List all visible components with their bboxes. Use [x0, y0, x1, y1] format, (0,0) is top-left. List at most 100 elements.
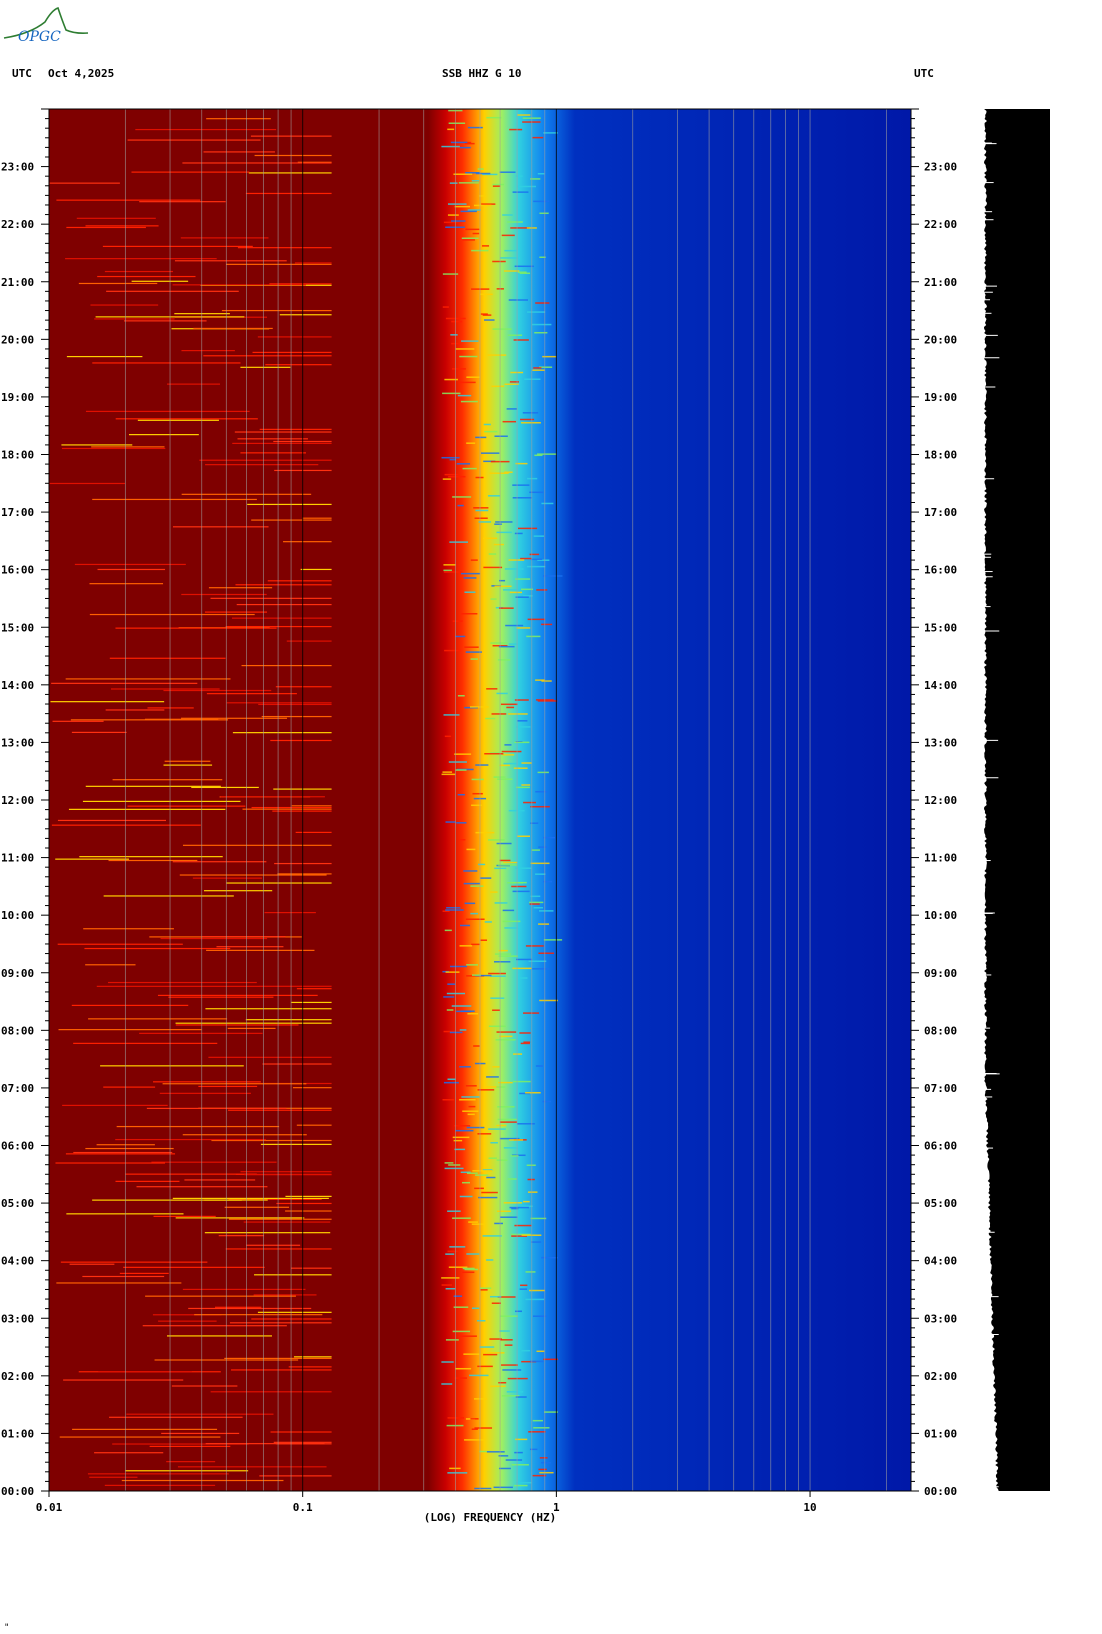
spectrogram-streak [447, 1210, 461, 1212]
spectrogram-streak [498, 607, 514, 609]
spectrogram-streak [210, 597, 332, 599]
spectrogram-streak [537, 771, 549, 774]
spectrogram-streak [520, 588, 534, 591]
y-tick-label-left: 17:00 [1, 506, 34, 519]
spectrogram-streak [71, 1004, 189, 1007]
spectrogram-streak [264, 911, 316, 914]
spectrogram-streak [147, 707, 194, 709]
spectrogram-streak [525, 945, 544, 947]
spectrogram-streak [494, 961, 511, 963]
spectrogram-streak [78, 282, 158, 285]
spectrogram-streak [210, 1391, 332, 1393]
spectrogram-streak [208, 1056, 332, 1058]
spectrogram-streak [291, 805, 332, 807]
spectrogram-streak [123, 320, 207, 322]
spectrogram-streak [55, 1162, 166, 1164]
spectrogram-streak [527, 1178, 535, 1181]
spectrogram-streak [259, 1475, 332, 1477]
spectrogram-streak [204, 1232, 331, 1234]
spectrogram-streak [175, 1022, 332, 1024]
spectrogram-streak [533, 1427, 550, 1429]
spectrogram-streak [496, 1086, 506, 1088]
spectrogram-streak [145, 1295, 296, 1297]
spectrogram-streak [449, 1467, 461, 1470]
spectrogram-streak [535, 790, 548, 793]
spectrogram-streak [92, 362, 241, 364]
spectrogram-streak [500, 703, 518, 706]
spectrogram-streak [528, 960, 547, 962]
y-tick-label-left: 21:00 [1, 276, 34, 289]
spectrogram-streak [526, 565, 546, 568]
spectrogram-streak [507, 221, 523, 223]
spectrogram-streak [458, 1335, 477, 1337]
spectrogram-streak [508, 559, 525, 561]
spectrogram-streak [464, 646, 479, 648]
spectrogram-streak [513, 339, 529, 341]
footer-mark: " [4, 1623, 9, 1633]
spectrogram-streak [467, 209, 481, 211]
spectrogram-streak [85, 410, 250, 413]
spectrogram-streak [499, 1035, 513, 1038]
spectrogram-streak [276, 1202, 332, 1205]
spectrogram-streak [300, 568, 332, 571]
spectrogram-streak [483, 566, 503, 569]
spectrogram-streak [509, 1139, 524, 1141]
spectrogram-streak [523, 1012, 540, 1014]
spectrogram-streak [470, 912, 479, 915]
spectrogram-streak [235, 584, 332, 586]
spectrogram-streak [445, 971, 460, 973]
spectrogram-streak [91, 446, 165, 448]
y-tick-label-right: 19:00 [924, 391, 957, 404]
spectrogram-streak [164, 760, 211, 762]
spectrogram-streak [172, 526, 269, 528]
spectrogram-streak [487, 1352, 505, 1354]
y-tick-label-left: 09:00 [1, 967, 34, 980]
spectrogram-streak [442, 771, 453, 773]
spectrogram-streak [474, 1398, 488, 1400]
spectrogram-streak [267, 580, 332, 582]
spectrogram-streak [65, 678, 231, 680]
spectrogram-streak [84, 947, 231, 950]
spectrogram-streak [481, 1191, 498, 1194]
y-tick-label-left: 15:00 [1, 621, 34, 634]
spectrogram-streak [465, 651, 482, 653]
spectrogram-streak [448, 761, 467, 763]
spectrogram-streak [503, 1202, 523, 1204]
spectrogram-streak [443, 571, 463, 573]
spectrogram-streak [468, 1221, 478, 1223]
spectrogram-streak [204, 1199, 268, 1201]
spectrogram-streak [542, 1100, 552, 1103]
spectrogram-streak [205, 1008, 332, 1010]
spectrogram-streak [49, 482, 126, 485]
spectrogram-streak [205, 464, 319, 466]
spectrogram-streak [442, 478, 452, 480]
spectrogram-streak [538, 923, 550, 925]
spectrogram-streak [534, 331, 548, 334]
spectrogram-streak [446, 992, 466, 995]
spectrogram-streak [525, 1091, 541, 1094]
spectrogram-streak [480, 1289, 488, 1291]
spectrogram-streak [115, 418, 258, 420]
spectrogram-streak [503, 1147, 519, 1149]
spectrogram-streak [476, 1319, 486, 1322]
spectrogram-streak [510, 227, 530, 229]
spectrogram-streak [260, 1143, 332, 1145]
spectrogram-streak [475, 764, 489, 766]
spectrogram-streak [462, 1110, 479, 1112]
spectrogram-streak [492, 183, 504, 186]
spectrogram-streak [85, 964, 136, 966]
spectrogram-streak [265, 364, 332, 366]
spectrogram-streak [115, 1138, 266, 1141]
spectrogram-streak [471, 180, 480, 182]
spectrogram-streak [62, 1104, 168, 1107]
spectrogram-streak [247, 503, 332, 506]
spectrogram-streak [445, 821, 456, 823]
spectrogram-streak [499, 1315, 518, 1317]
y-tick-label-left: 00:00 [1, 1485, 34, 1498]
spectrogram-streak [158, 1320, 217, 1322]
spectrogram-streak [225, 625, 332, 628]
spectrogram-streak [522, 412, 539, 414]
spectrogram-streak [485, 717, 496, 720]
spectrogram-streak [466, 1172, 478, 1174]
spectrogram-streak [452, 368, 466, 370]
